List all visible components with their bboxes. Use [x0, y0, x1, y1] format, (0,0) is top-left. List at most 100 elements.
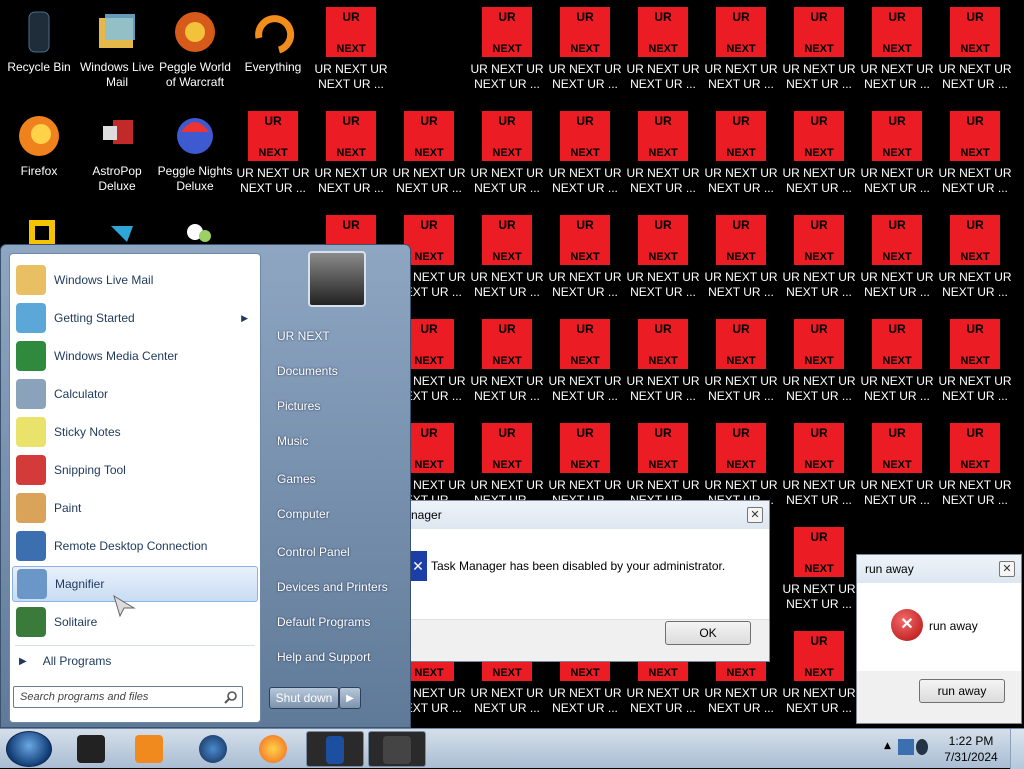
taskbar-button-firefox[interactable]	[244, 731, 302, 767]
start-menu-link-devices-and-printers[interactable]: Devices and Printers	[277, 580, 388, 594]
desktop-icon-ur-next[interactable]: UR NEXT UR NEXT URNEXT UR ...	[780, 4, 858, 108]
desktop-icon-ur-next[interactable]: UR NEXT UR NEXT URNEXT UR ...	[780, 212, 858, 316]
start-menu-link-default-programs[interactable]: Default Programs	[277, 615, 370, 629]
dialog-titlebar[interactable]: run away ✕	[857, 555, 1021, 583]
start-menu-link-games[interactable]: Games	[277, 472, 316, 486]
start-menu-item-calculator[interactable]: Calculator	[12, 376, 258, 412]
desktop-icon-ur-next[interactable]: UR NEXT UR NEXT URNEXT UR ...	[780, 108, 858, 212]
desktop-icon-ur-next[interactable]: UR NEXT UR NEXT URNEXT UR ...	[780, 628, 858, 728]
start-menu-link-music[interactable]: Music	[277, 434, 308, 448]
desktop-icon-ur-next[interactable]: UR NEXT UR NEXT URNEXT UR ...	[624, 4, 702, 108]
desktop-icon-ur-next[interactable]: UR NEXT UR NEXT URNEXT UR ...	[624, 212, 702, 316]
ur-next-icon: UR NEXT	[482, 423, 532, 473]
desktop-icon-windows-live-mail[interactable]: Windows Live Mail	[78, 4, 156, 108]
start-menu-item-snipping-tool[interactable]: Snipping Tool	[12, 452, 258, 488]
desktop-icon-ur-next[interactable]: UR NEXT UR NEXT URNEXT UR ...	[936, 420, 1014, 524]
desktop-icon-ur-next[interactable]: UR NEXT UR NEXT URNEXT UR ...	[468, 108, 546, 212]
desktop-icon-ur-next[interactable]: UR NEXT UR NEXT URNEXT UR ...	[780, 524, 858, 628]
desktop-icon-label: UR NEXT URNEXT UR ...	[626, 62, 700, 91]
desktop-icon-ur-next[interactable]: UR NEXT UR NEXT URNEXT UR ...	[858, 108, 936, 212]
start-menu-item-windows-media-center[interactable]: Windows Media Center	[12, 338, 258, 374]
desktop-icon-ur-next[interactable]: UR NEXT UR NEXT URNEXT UR ...	[546, 108, 624, 212]
desktop-icon-ur-next[interactable]: UR NEXT UR NEXT URNEXT UR ...	[702, 212, 780, 316]
all-programs-item[interactable]: ▶ All Programs	[13, 649, 255, 673]
start-menu-item-sticky-notes[interactable]: Sticky Notes	[12, 414, 258, 450]
shut-down-button[interactable]: Shut down	[269, 687, 339, 709]
start-menu-link-control-panel[interactable]: Control Panel	[277, 545, 350, 559]
desktop-icon-ur-next[interactable]: UR NEXT UR NEXT URNEXT UR ...	[858, 4, 936, 108]
search-input[interactable]: Search programs and files	[13, 686, 243, 708]
start-menu-item-paint[interactable]: Paint	[12, 490, 258, 526]
desktop-icon-ur-next[interactable]: UR NEXT UR NEXT URNEXT UR ...	[936, 108, 1014, 212]
desktop-icon-ur-next[interactable]: UR NEXT UR NEXT URNEXT UR ...	[468, 4, 546, 108]
desktop-icon-ur-next[interactable]: UR NEXT UR NEXT URNEXT UR ...	[702, 108, 780, 212]
taskbar-button-media-player[interactable]	[120, 731, 178, 767]
desktop-icon-recycle-bin[interactable]: Recycle Bin	[0, 4, 78, 108]
start-menu-item-label: Remote Desktop Connection	[54, 539, 208, 553]
ur-next-icon-top-text: UR	[420, 114, 438, 128]
desktop-icon-ur-next[interactable]: UR NEXT UR NEXT URNEXT UR ...	[546, 212, 624, 316]
desktop-icon-ur-next[interactable]: UR NEXT UR NEXT URNEXT UR ...	[858, 316, 936, 420]
desktop-icon-ur-next[interactable]: UR NEXT UR NEXT URNEXT UR ...	[780, 420, 858, 524]
run-away-button[interactable]: run away	[919, 679, 1005, 703]
start-menu-link-computer[interactable]: Computer	[277, 507, 330, 521]
shut-down-options-button[interactable]: ▶	[339, 687, 361, 709]
start-menu-item-windows-live-mail[interactable]: Windows Live Mail	[12, 262, 258, 298]
desktop-icon-everything[interactable]: Everything	[234, 4, 312, 108]
desktop-icon-ur-next[interactable]: UR NEXT UR NEXT URNEXT UR ...	[780, 316, 858, 420]
ur-next-icon: UR NEXT	[638, 111, 688, 161]
start-button[interactable]	[6, 731, 52, 767]
start-menu-link-help-and-support[interactable]: Help and Support	[277, 650, 370, 664]
ur-next-icon-top-text: UR	[420, 322, 438, 336]
system-tray[interactable]: ▲	[884, 735, 928, 763]
desktop-icon-ur-next[interactable]: UR NEXT UR NEXT URNEXT UR ...	[546, 316, 624, 420]
start-menu-link-pictures[interactable]: Pictures	[277, 399, 320, 413]
desktop-icon-firefox[interactable]: Firefox	[0, 108, 78, 212]
taskbar-button-globe[interactable]	[184, 731, 242, 767]
ur-next-icon-bottom-text: NEXT	[726, 667, 756, 679]
ur-next-icon-bottom-text: NEXT	[648, 667, 678, 679]
ur-next-icon: UR NEXT	[326, 7, 376, 57]
desktop-icon-ur-next[interactable]: UR NEXT UR NEXT URNEXT UR ...	[624, 316, 702, 420]
desktop-icon-astropop[interactable]: AstroPop Deluxe	[78, 108, 156, 212]
desktop-icon-ur-next[interactable]: UR NEXT UR NEXT URNEXT UR ...	[234, 108, 312, 212]
start-menu-link-documents[interactable]: Documents	[277, 364, 338, 378]
taskbar-button-terminal[interactable]	[62, 731, 120, 767]
ur-next-icon-top-text: UR	[576, 322, 594, 336]
windows-live-mail-icon	[93, 8, 141, 56]
desktop-icon-ur-next[interactable]: UR NEXT UR NEXT URNEXT UR ...	[702, 316, 780, 420]
desktop-icon-ur-next[interactable]: UR NEXT UR NEXT URNEXT UR ...	[702, 4, 780, 108]
app-icon	[326, 736, 344, 764]
ur-next-icon-top-text: UR	[810, 10, 828, 24]
desktop-icon-ur-next[interactable]: UR NEXT UR NEXT URNEXT UR ...	[468, 316, 546, 420]
ok-button[interactable]: OK	[665, 621, 751, 645]
start-menu-item-getting-started[interactable]: Getting Started ▶	[12, 300, 258, 336]
ur-next-icon: UR NEXT	[872, 111, 922, 161]
ur-next-icon-top-text: UR	[732, 322, 750, 336]
desktop-icon-ur-next[interactable]: UR NEXT UR NEXT URNEXT UR ...	[858, 212, 936, 316]
desktop-icon-ur-next[interactable]: UR NEXT UR NEXT URNEXT UR ...	[936, 212, 1014, 316]
desktop-icon-ur-next[interactable]: UR NEXT UR NEXT URNEXT UR ...	[624, 108, 702, 212]
desktop-icon-ur-next[interactable]: UR NEXT UR NEXT URNEXT UR ...	[312, 4, 390, 108]
desktop-icon-label: UR NEXT URNEXT UR ...	[470, 270, 544, 299]
show-desktop-button[interactable]	[1010, 729, 1024, 769]
desktop-icon-ur-next[interactable]: UR NEXT UR NEXT URNEXT UR ...	[936, 316, 1014, 420]
desktop-icon-peggle-wow[interactable]: Peggle World of Warcraft	[156, 4, 234, 108]
taskbar-button-app1[interactable]	[306, 731, 364, 767]
desktop-icon-ur-next[interactable]: UR NEXT UR NEXT URNEXT UR ...	[858, 420, 936, 524]
desktop-icon-ur-next[interactable]: UR NEXT UR NEXT URNEXT UR ...	[390, 108, 468, 212]
dialog-titlebar[interactable]: nager ✕	[403, 501, 769, 529]
desktop-icon-ur-next[interactable]: UR NEXT UR NEXT URNEXT UR ...	[312, 108, 390, 212]
close-button[interactable]: ✕	[747, 507, 763, 523]
desktop-icon-ur-next[interactable]: UR NEXT UR NEXT URNEXT UR ...	[546, 4, 624, 108]
ur-next-icon: UR NEXT	[950, 7, 1000, 57]
desktop-icon-peggle-nights[interactable]: Peggle Nights Deluxe	[156, 108, 234, 212]
start-menu-item-remote-desktop-connection[interactable]: Remote Desktop Connection	[12, 528, 258, 564]
desktop-icon-ur-next[interactable]: UR NEXT UR NEXT URNEXT UR ...	[936, 4, 1014, 108]
close-button[interactable]: ✕	[999, 561, 1015, 577]
start-menu-link-ur-next[interactable]: UR NEXT	[277, 329, 330, 343]
ur-next-icon: UR NEXT	[716, 7, 766, 57]
desktop-icon-ur-next[interactable]: UR NEXT UR NEXT URNEXT UR ...	[468, 212, 546, 316]
taskbar-button-app2[interactable]	[368, 731, 426, 767]
clock[interactable]: 1:22 PM 7/31/2024	[936, 733, 1006, 765]
